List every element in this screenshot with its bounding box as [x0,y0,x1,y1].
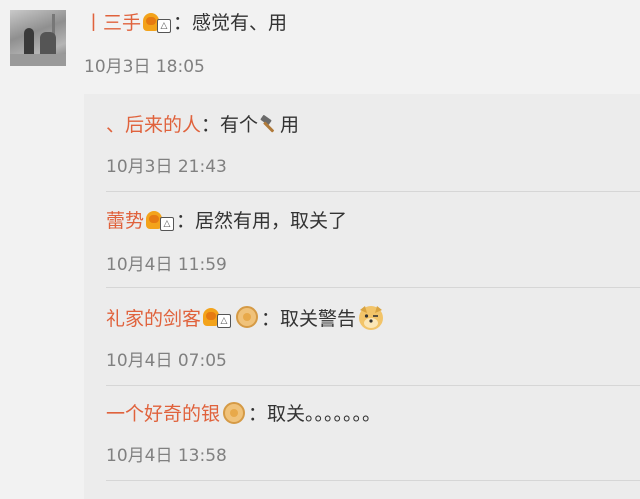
reply-line: 一个好奇的银 ： 取关。。。。。。。 [106,399,381,426]
reply-panel: 、后来的人 ： 有个 用 10月3日 21:43 蕾势 △ ： 居然有用，取关了… [84,94,640,499]
comment-colon: ： [173,12,193,34]
reply-colon: ： [201,114,221,136]
reply-text: 有个 [220,114,259,136]
divider [106,287,640,288]
divider [106,480,640,481]
divider [106,385,640,386]
divider [106,191,640,192]
reply-username[interactable]: 一个好奇的银 [106,399,220,426]
reply-timestamp: 10月4日 07:05 [106,351,227,371]
reply-username[interactable]: 礼家的剑客 [106,304,201,331]
fan-medal-icon[interactable] [236,306,259,328]
reply-text: 取关警告 [280,307,357,330]
main-comment-line: 丨三手 △ ： 感觉有、用 [84,8,287,35]
reply-text: 用 [280,114,300,136]
vip-badge-icon[interactable]: △ [203,306,232,328]
reply-timestamp: 10月3日 21:43 [106,157,227,177]
reply-colon: ： [261,307,281,330]
reply-timestamp: 10月4日 13:58 [106,446,227,466]
reply-username[interactable]: 、后来的人 [106,110,201,137]
user-avatar[interactable] [10,10,66,66]
comment-text: 感觉有、用 [192,12,288,34]
doge-emoji-icon [359,306,384,330]
reply-text: 取关。。。。。。。 [267,403,382,425]
reply-colon: ： [176,210,196,232]
hammer-icon [260,114,274,132]
reply-line: 礼家的剑客 △ ： 取关警告 [106,302,386,332]
vip-badge-icon[interactable]: △ [143,11,172,33]
reply-timestamp: 10月4日 11:59 [106,255,227,275]
reply-username[interactable]: 蕾势 [106,206,144,233]
comment-timestamp: 10月3日 18:05 [84,57,205,77]
avatar-detail [10,54,66,66]
reply-line: 、后来的人 ： 有个 用 [106,110,299,137]
reply-text: 居然有用，取关了 [195,210,348,232]
reply-colon: ： [248,403,268,425]
reply-line: 蕾势 △ ： 居然有用，取关了 [106,206,347,233]
fan-medal-icon[interactable] [223,401,246,424]
comment-username[interactable]: 丨三手 [84,8,141,35]
vip-badge-icon[interactable]: △ [146,209,175,231]
